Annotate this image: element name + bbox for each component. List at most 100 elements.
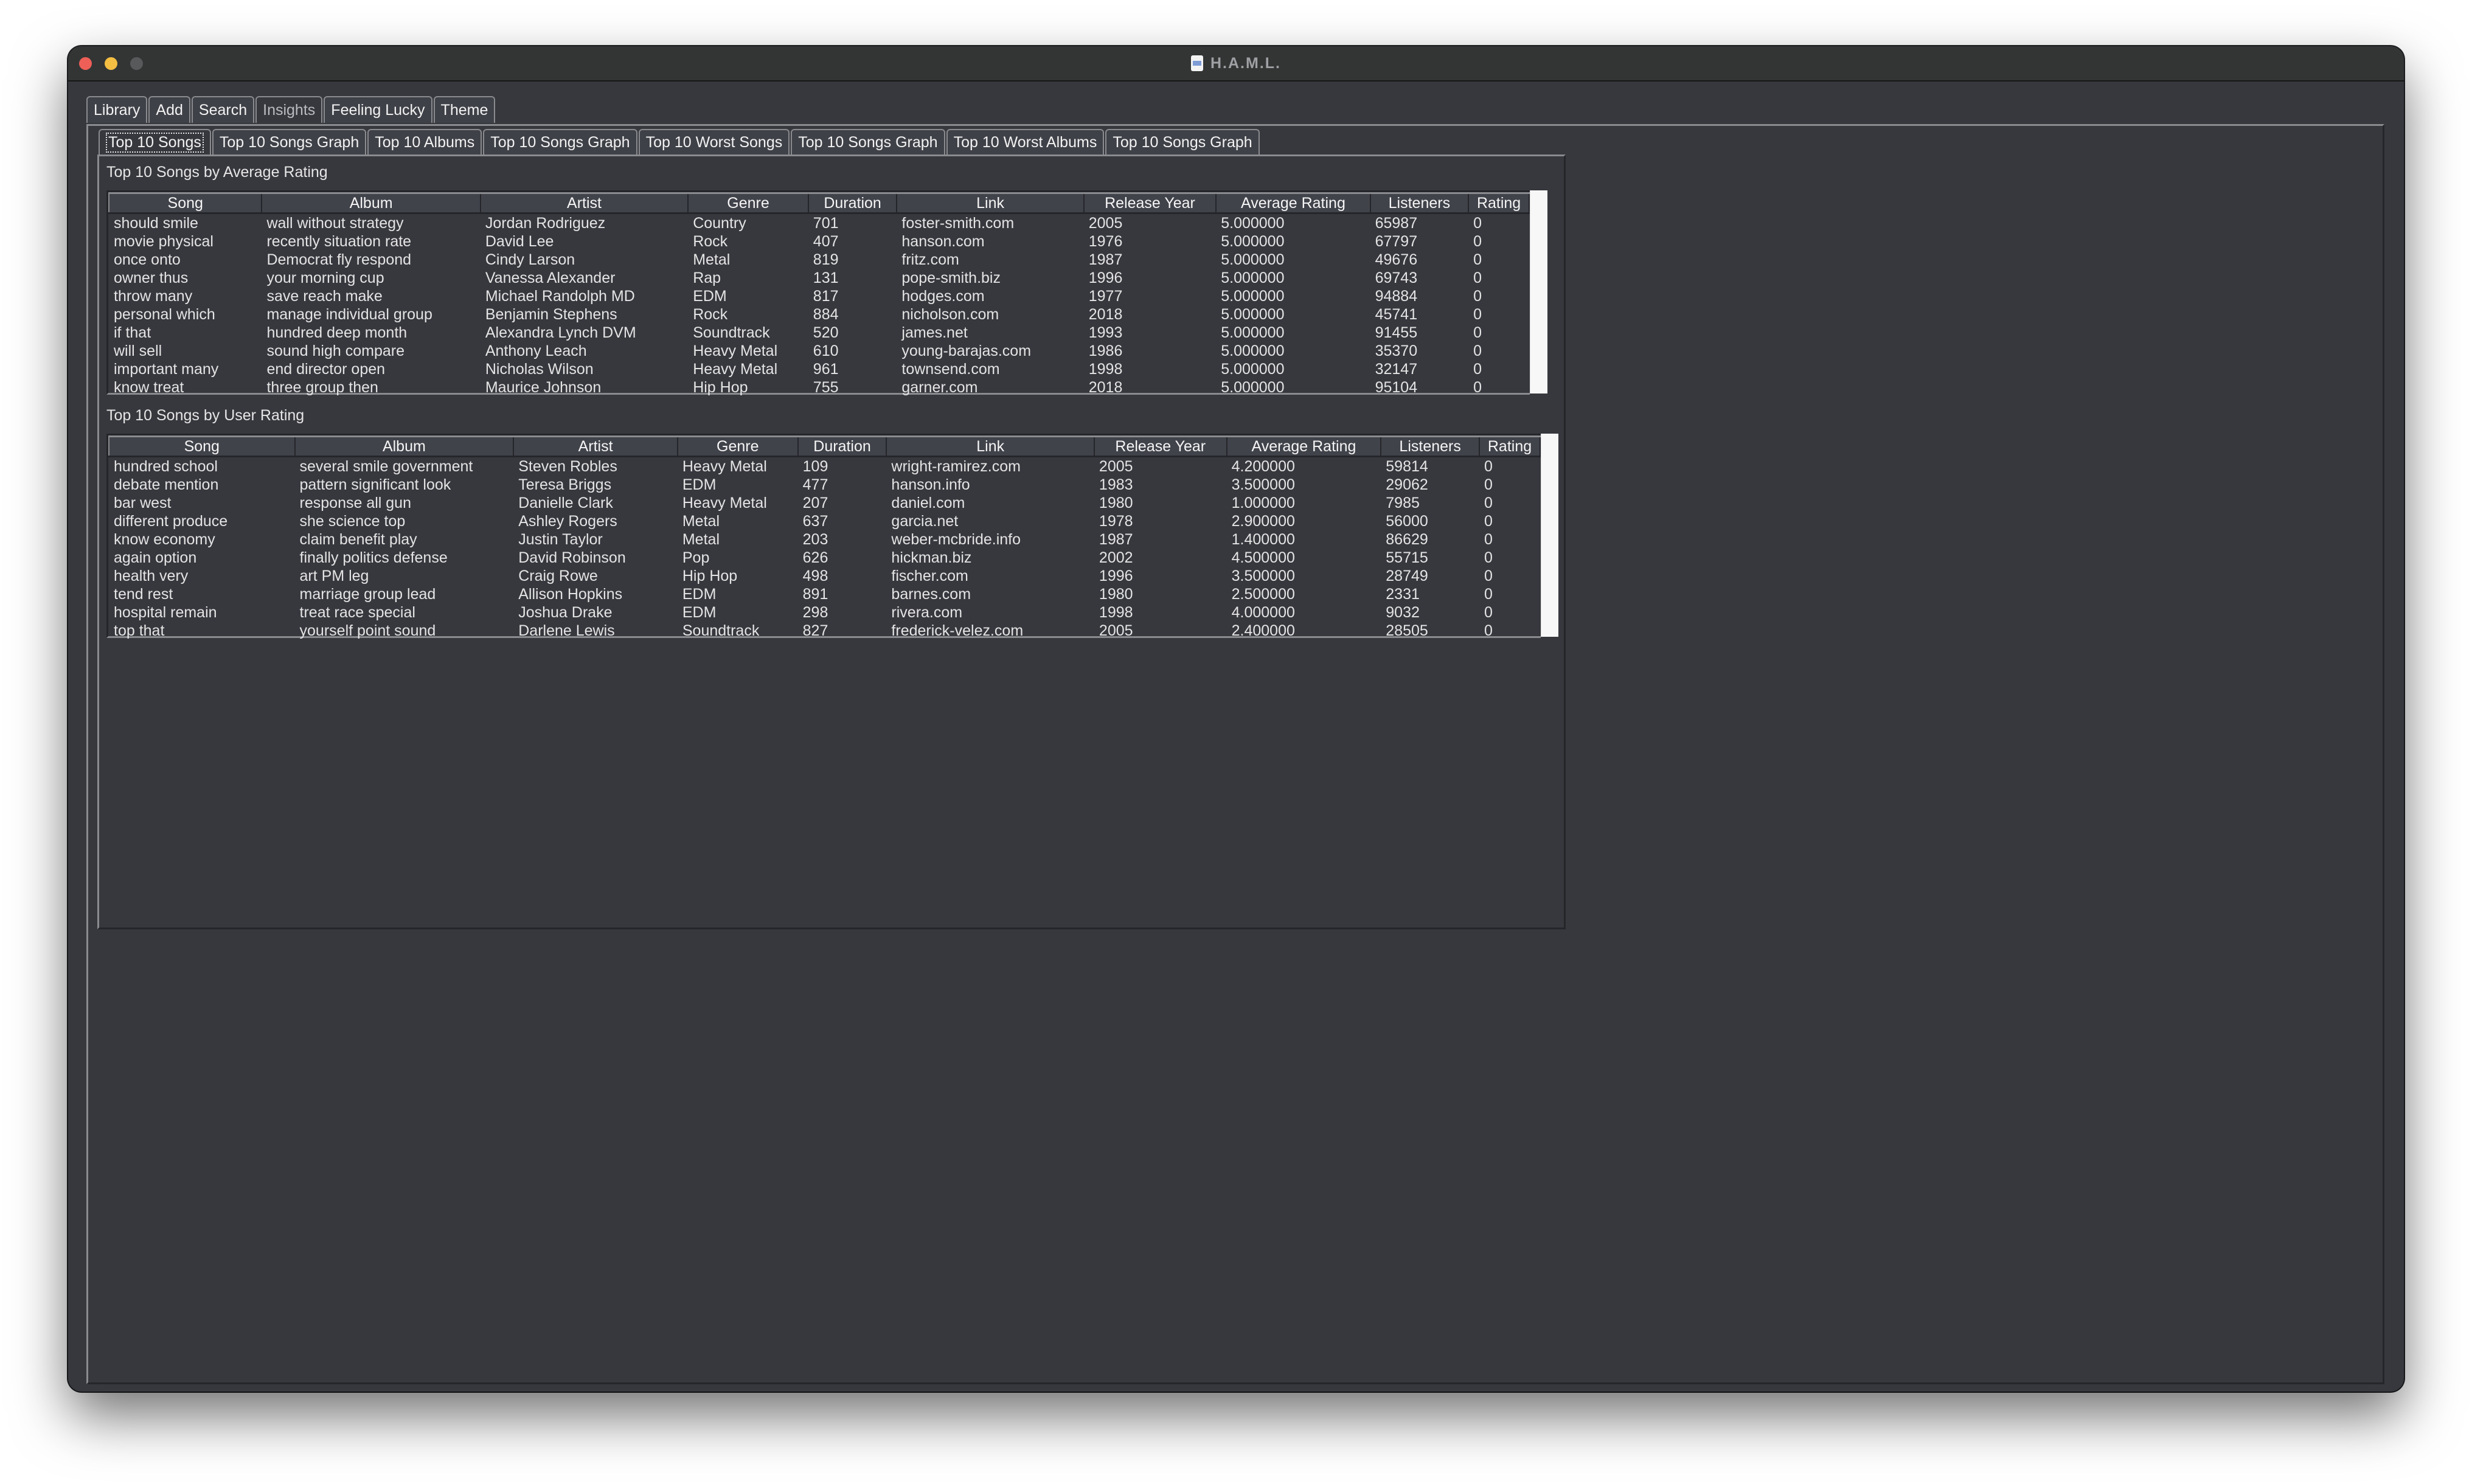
table-row[interactable]: movie physical recently situation rate Dav…	[109, 232, 1529, 251]
table-row[interactable]: hospital remain treat race special Joshua …	[109, 603, 1540, 622]
cell-average-rating: 5.000000	[1221, 342, 1285, 359]
cell-album: end director open	[266, 360, 386, 378]
column-header-duration[interactable]: Duration	[807, 192, 898, 214]
cell-album: pattern significant look	[299, 476, 451, 493]
column-header-song[interactable]: Song	[108, 192, 263, 214]
column-header-listeners[interactable]: Listeners	[1380, 435, 1481, 457]
column-header-song[interactable]: Song	[108, 435, 296, 457]
table-row[interactable]: know treat three group then Maurice Johnso…	[109, 378, 1529, 397]
column-header-duration[interactable]: Duration	[797, 435, 887, 457]
cell-release-year: 2005	[1088, 214, 1123, 232]
cell-link: wright-ramirez.com	[891, 457, 1021, 475]
cell-release-year: 2005	[1099, 457, 1133, 475]
column-header-artist[interactable]: Artist	[479, 192, 689, 214]
column-header-link[interactable]: Link	[886, 435, 1095, 457]
cell-link: rivera.com	[891, 603, 963, 621]
cell-release-year: 2002	[1099, 549, 1133, 566]
table-row[interactable]: should smile wall without strategy Jordan …	[109, 213, 1529, 233]
cell-average-rating: 5.000000	[1221, 232, 1285, 250]
average-rating-table-scrollbar[interactable]	[1530, 190, 1547, 394]
cell-song: again option	[114, 549, 197, 566]
cell-song: owner thus	[114, 269, 189, 286]
cell-duration: 109	[802, 457, 828, 475]
main-tab-insights[interactable]: Insights	[255, 96, 323, 123]
sub-tab-top-10-worst-songs[interactable]: Top 10 Worst Songs	[638, 129, 790, 154]
sub-tab-top-10-songs-graph[interactable]: Top 10 Songs Graph	[212, 129, 367, 154]
sub-tab-top-10-songs-graph[interactable]: Top 10 Songs Graph	[791, 129, 945, 154]
cell-duration: 203	[802, 530, 828, 548]
cell-listeners: 29062	[1386, 476, 1428, 493]
cell-release-year: 1980	[1099, 585, 1133, 603]
sub-tab-top-10-worst-albums[interactable]: Top 10 Worst Albums	[946, 129, 1105, 154]
main-tab-library[interactable]: Library	[86, 96, 148, 123]
table-row[interactable]: owner thus your morning cup Vanessa Alexan…	[109, 269, 1529, 287]
column-header-rating[interactable]: Rating	[1479, 435, 1541, 457]
user-rating-table-scrollbar[interactable]	[1541, 434, 1558, 637]
cell-rating: 0	[1484, 567, 1493, 584]
cell-listeners: 45741	[1375, 305, 1418, 323]
table-row[interactable]: top that yourself point sound Darlene Lewi…	[109, 622, 1540, 640]
cell-average-rating: 5.000000	[1221, 378, 1285, 396]
column-header-rating[interactable]: Rating	[1468, 192, 1530, 214]
table-row[interactable]: will sell sound high compare Anthony Leach…	[109, 342, 1529, 360]
table-row[interactable]: bar west response all gun Danielle Clark He…	[109, 494, 1540, 512]
table-row[interactable]: debate mention pattern significant look Te…	[109, 476, 1540, 494]
table-row[interactable]: throw many save reach make Michael Randolp…	[109, 287, 1529, 305]
column-header-link[interactable]: Link	[896, 192, 1085, 214]
cell-release-year: 1983	[1099, 476, 1133, 493]
cell-duration: 961	[813, 360, 839, 378]
sub-tab-top-10-songs-graph[interactable]: Top 10 Songs Graph	[483, 129, 637, 154]
sub-tab-label: Top 10 Worst Songs	[645, 133, 783, 151]
table-row[interactable]: important many end director open Nicholas …	[109, 360, 1529, 378]
cell-release-year: 1976	[1088, 232, 1123, 250]
column-header-genre[interactable]: Genre	[687, 192, 809, 214]
cell-average-rating: 5.000000	[1221, 305, 1285, 323]
main-tab-search[interactable]: Search	[191, 96, 255, 123]
cell-album: your morning cup	[266, 269, 384, 286]
table-row[interactable]: different produce she science top Ashley R…	[109, 512, 1540, 530]
table-row[interactable]: tend rest marriage group lead Allison Hopk…	[109, 585, 1540, 603]
main-tab-theme[interactable]: Theme	[433, 96, 496, 123]
sub-tab-top-10-albums[interactable]: Top 10 Albums	[367, 129, 482, 154]
table-row[interactable]: know economy claim benefit play Justin Tay…	[109, 530, 1540, 549]
table-row[interactable]: again option finally politics defense Davi…	[109, 549, 1540, 567]
table-row[interactable]: hundred school several smile government St…	[109, 457, 1540, 476]
main-tab-add[interactable]: Add	[148, 96, 190, 123]
cell-average-rating: 4.200000	[1231, 457, 1295, 475]
cell-artist: David Lee	[485, 232, 554, 250]
average-rating-table: Song Album Artist Genre Duration Link Release …	[106, 190, 1530, 397]
main-tab-feeling-lucky[interactable]: Feeling Lucky	[324, 96, 432, 123]
cell-album: marriage group lead	[299, 585, 436, 603]
cell-song: know treat	[114, 378, 184, 396]
sub-tab-label: Top 10 Songs Graph	[798, 133, 938, 151]
cell-link: james.net	[901, 324, 968, 341]
cell-average-rating: 2.900000	[1231, 512, 1295, 530]
title-bar[interactable]: H.A.M.L.	[68, 46, 2404, 81]
cell-link: young-barajas.com	[901, 342, 1032, 359]
column-header-release-year[interactable]: Release Year	[1083, 192, 1217, 214]
cell-average-rating: 1.000000	[1231, 494, 1295, 511]
column-header-release-year[interactable]: Release Year	[1093, 435, 1227, 457]
cell-listeners: 7985	[1386, 494, 1420, 511]
table-row[interactable]: if that hundred deep month Alexandra Lynch…	[109, 324, 1529, 342]
cell-release-year: 1996	[1099, 567, 1133, 584]
column-header-average-rating[interactable]: Average Rating	[1226, 435, 1382, 457]
column-header-genre[interactable]: Genre	[676, 435, 799, 457]
table-row[interactable]: health very art PM leg Craig Rowe Hip Hop 49…	[109, 567, 1540, 585]
column-header-average-rating[interactable]: Average Rating	[1215, 192, 1371, 214]
cell-rating: 0	[1484, 476, 1493, 493]
sub-tab-top-10-songs[interactable]: Top 10 Songs	[99, 129, 211, 154]
column-header-listeners[interactable]: Listeners	[1369, 192, 1470, 214]
table-row[interactable]: once onto Democrat fly respond Cindy Larso…	[109, 251, 1529, 269]
column-header-album[interactable]: Album	[261, 192, 481, 214]
main-tab-bar: Library Add Search Insights Feeling Lucky The…	[86, 96, 496, 123]
sub-tab-top-10-songs-graph[interactable]: Top 10 Songs Graph	[1105, 129, 1260, 154]
cell-listeners: 67797	[1375, 232, 1418, 250]
column-header-album[interactable]: Album	[294, 435, 515, 457]
column-header-artist[interactable]: Artist	[513, 435, 678, 457]
cell-rating: 0	[1473, 378, 1482, 396]
table-row[interactable]: personal which manage individual group Ben…	[109, 305, 1529, 324]
cell-average-rating: 5.000000	[1221, 269, 1285, 286]
cell-song: if that	[114, 324, 151, 341]
cell-rating: 0	[1484, 512, 1493, 530]
